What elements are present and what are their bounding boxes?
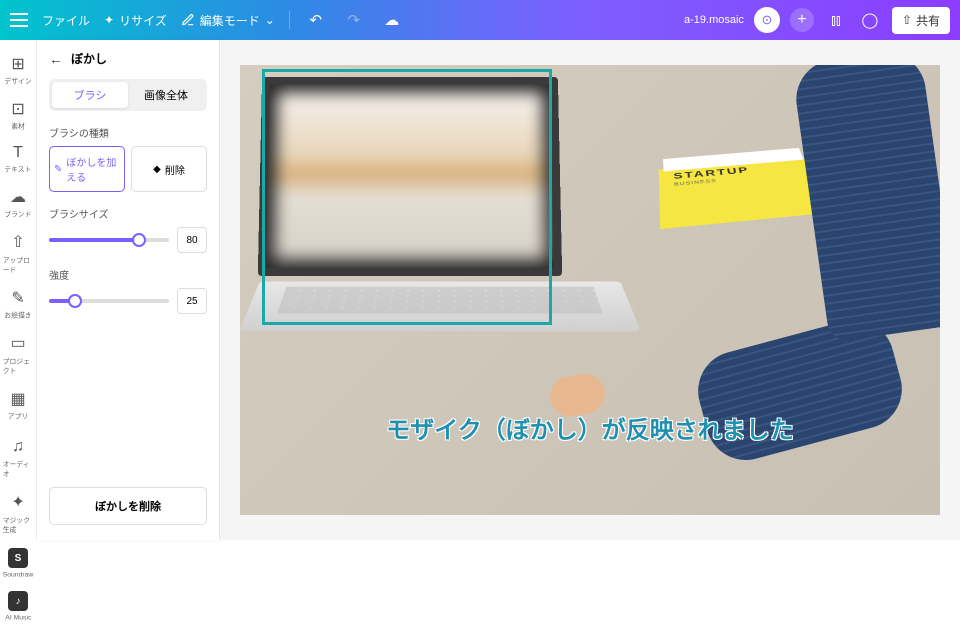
tab-brush[interactable]: ブラシ — [52, 82, 128, 108]
brush-size-label: ブラシサイズ — [49, 206, 207, 221]
rail-text[interactable]: Tテキスト — [0, 140, 36, 179]
tab-whole-image[interactable]: 画像全体 — [128, 82, 204, 108]
intensity-value[interactable]: 25 — [177, 288, 207, 314]
comment-icon[interactable]: ◯ — [858, 8, 882, 32]
rail-design[interactable]: ⊞デザイン — [0, 50, 36, 91]
rail-magic[interactable]: ✦マジック生成 — [0, 488, 36, 540]
erase-blur-button[interactable]: ◆ 削除 — [131, 146, 207, 192]
slider-thumb[interactable] — [132, 233, 146, 247]
rail-brand[interactable]: ☁ブランド — [0, 183, 36, 224]
intensity-slider[interactable] — [49, 299, 169, 303]
rail-draw[interactable]: ✎お絵描き — [0, 284, 36, 325]
blur-mode-tabs: ブラシ 画像全体 — [49, 79, 207, 111]
artboard[interactable]: STARTUP BUSINESS モザイク（ぼかし）が反映されました — [240, 65, 940, 515]
rail-soundraw[interactable]: SSoundraw — [0, 544, 36, 583]
undo-button[interactable]: ↶ — [304, 8, 328, 32]
rail-elements[interactable]: ⊡素材 — [0, 95, 36, 136]
rail-projects[interactable]: ▭プロジェクト — [0, 329, 36, 381]
add-button[interactable]: + — [790, 8, 814, 32]
rail-ai-music[interactable]: ♪AI Music — [0, 587, 36, 626]
intensity-label: 強度 — [49, 267, 207, 282]
canva-assistant-button[interactable]: ⊙ — [754, 7, 780, 33]
analytics-icon[interactable]: ⫾⫾ — [824, 8, 848, 32]
remove-blur-button[interactable]: ぼかしを削除 — [49, 487, 207, 525]
add-blur-button[interactable]: ✎ ぼかしを加える — [49, 146, 125, 192]
brush-size-slider[interactable] — [49, 238, 169, 242]
rail-apps[interactable]: ▦アプリ — [0, 385, 36, 426]
file-menu[interactable]: ファイル — [42, 12, 90, 29]
redo-button[interactable]: ↷ — [342, 8, 366, 32]
back-arrow-icon[interactable]: ← — [49, 51, 63, 67]
canvas-area[interactable]: STARTUP BUSINESS モザイク（ぼかし）が反映されました — [220, 40, 960, 540]
panel-title: ぼかし — [71, 50, 107, 67]
share-button[interactable]: ⇧ 共有 — [892, 7, 950, 34]
menu-icon[interactable] — [10, 13, 28, 27]
document-name[interactable]: a-19.mosaic — [684, 14, 744, 26]
annotation-caption: モザイク（ぼかし）が反映されました — [386, 410, 794, 445]
rail-upload[interactable]: ⇧アップロード — [0, 228, 36, 280]
slider-thumb[interactable] — [68, 294, 82, 308]
blur-panel: ← ぼかし ブラシ 画像全体 ブラシの種類 ✎ ぼかしを加える ◆ 削除 ブラシ… — [37, 40, 220, 540]
brush-size-value[interactable]: 80 — [177, 227, 207, 253]
laptop-prop — [260, 75, 600, 335]
resize-button[interactable]: ✦ リサイズ — [104, 12, 167, 29]
topbar: ファイル ✦ リサイズ 編集モード ⌄ ↶ ↷ ☁ a-19.mosaic ⊙ … — [0, 0, 960, 40]
edit-mode-button[interactable]: 編集モード ⌄ — [181, 12, 275, 29]
cloud-sync-icon[interactable]: ☁ — [380, 8, 404, 32]
brush-type-label: ブラシの種類 — [49, 125, 207, 140]
rail-audio[interactable]: ♫オーディオ — [0, 434, 36, 484]
tool-rail: ⊞デザイン ⊡素材 Tテキスト ☁ブランド ⇧アップロード ✎お絵描き ▭プロジ… — [0, 40, 37, 540]
